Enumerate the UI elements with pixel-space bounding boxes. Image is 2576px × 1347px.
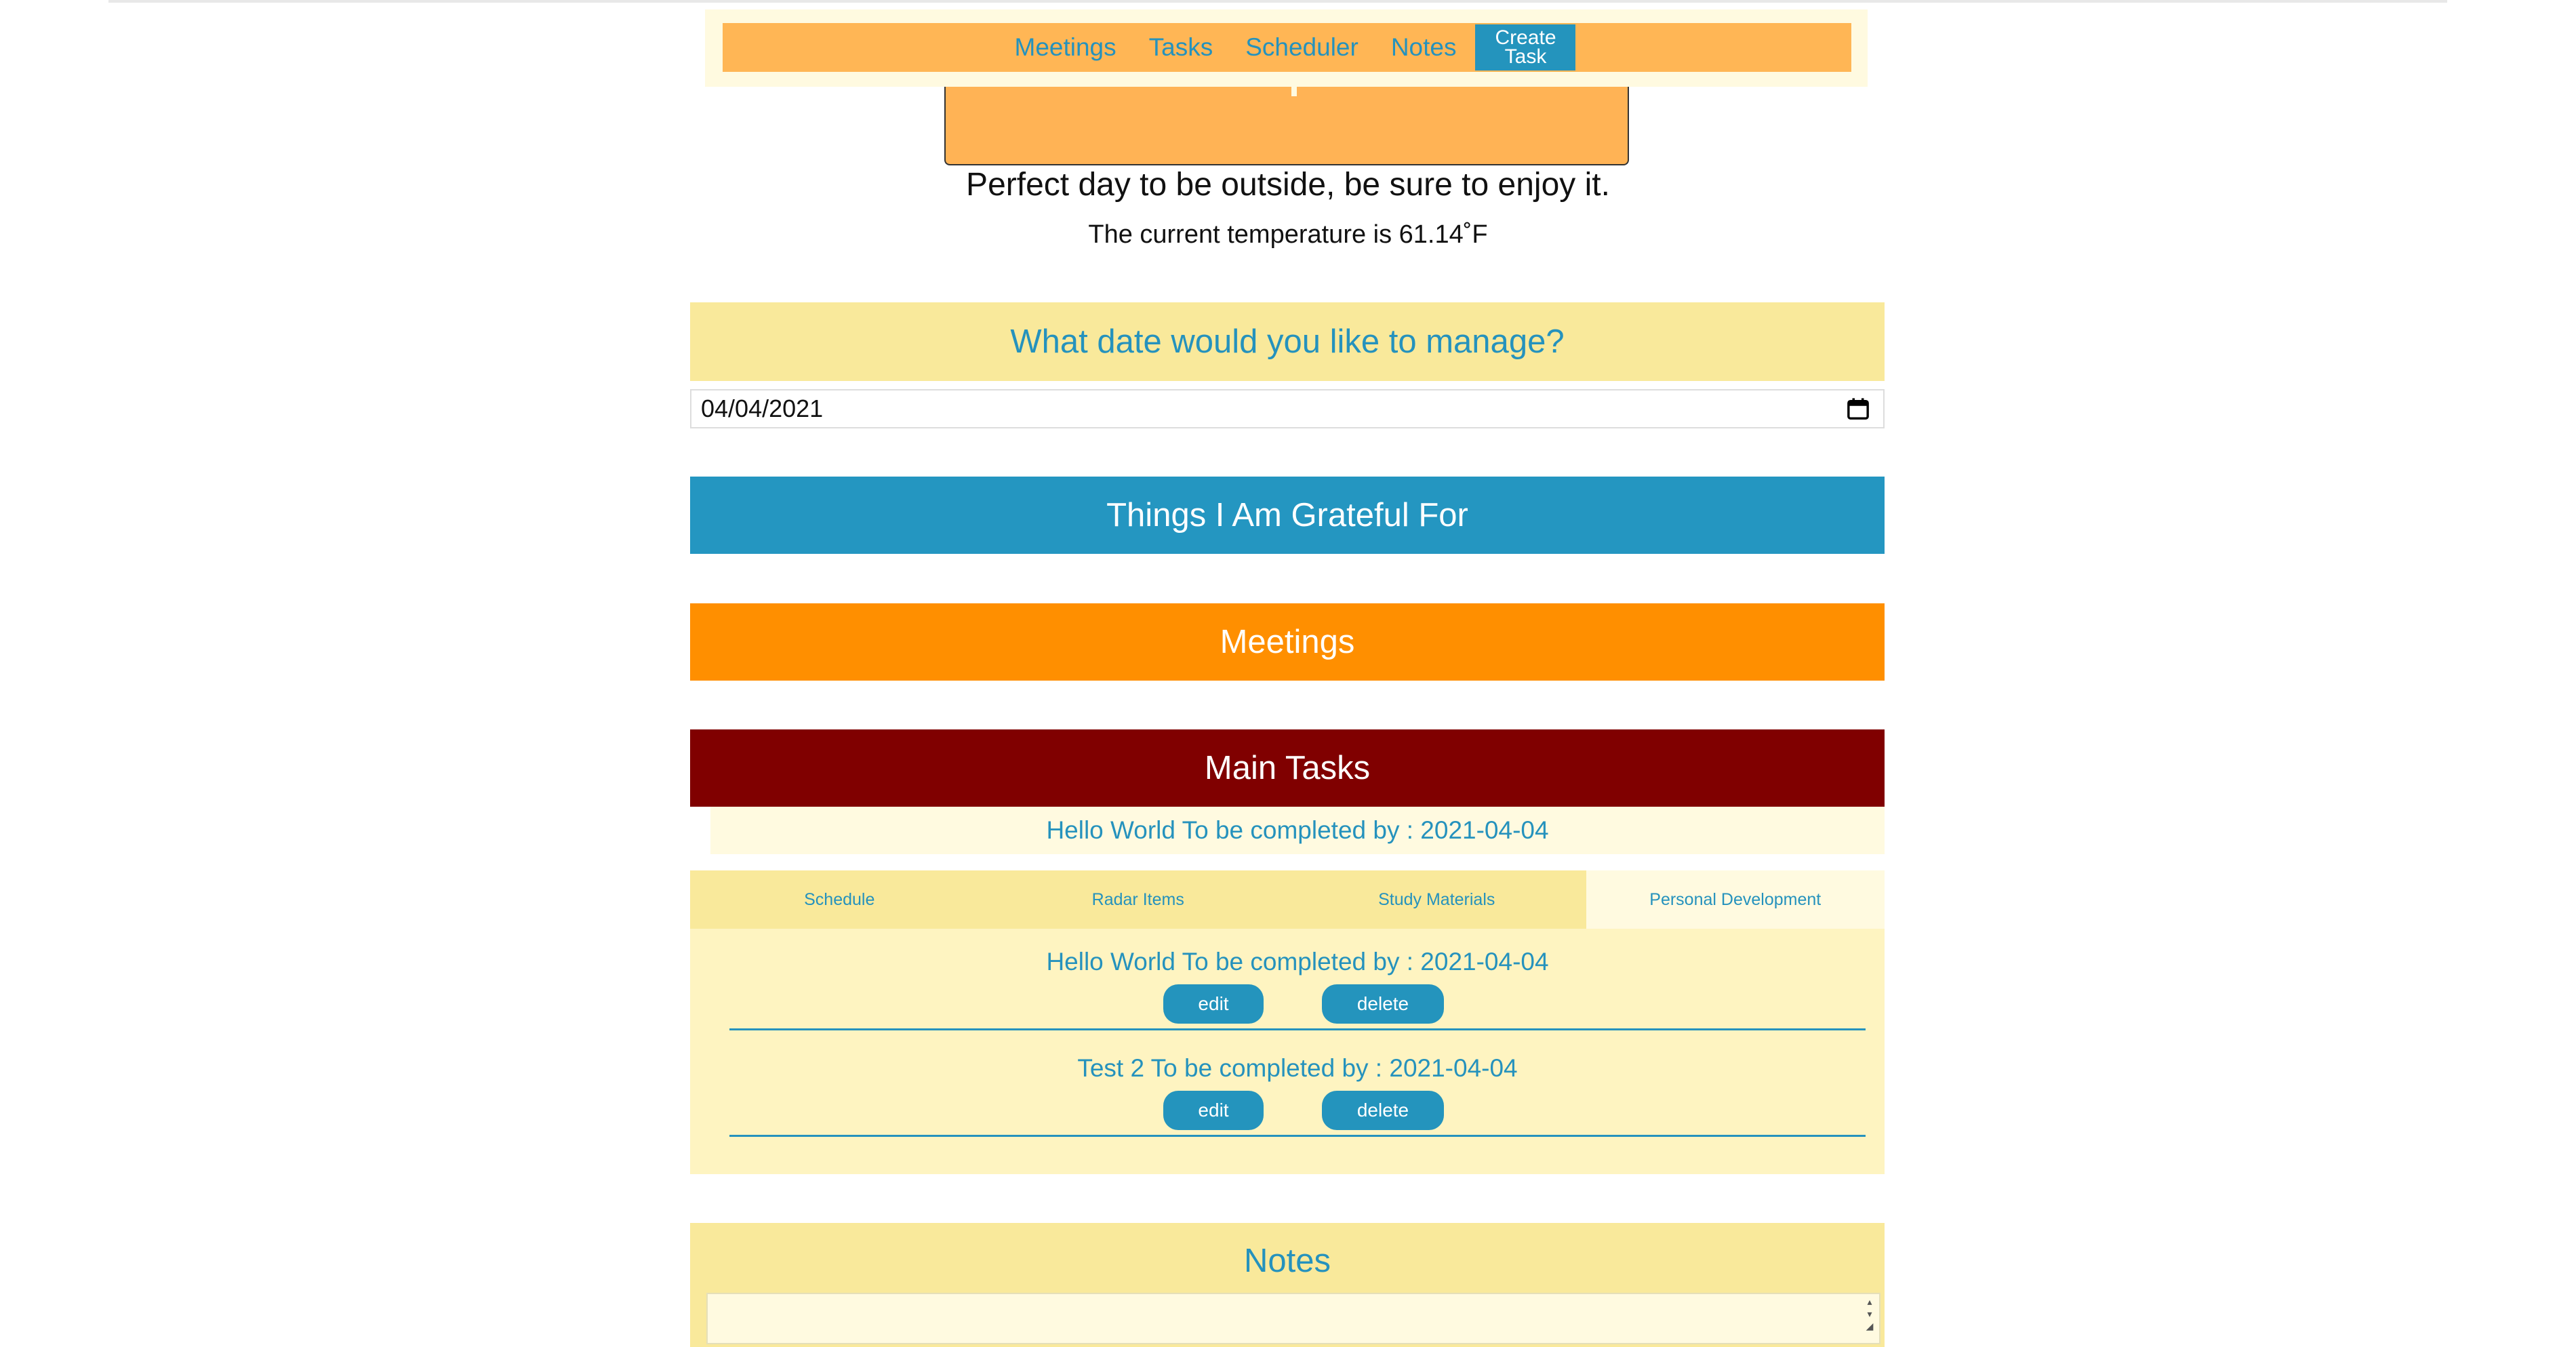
tab-schedule[interactable]: Schedule xyxy=(690,870,989,929)
tab-panel: Hello World To be completed by : 2021-04… xyxy=(690,929,1885,1174)
nav-link-scheduler[interactable]: Scheduler xyxy=(1245,23,1359,72)
date-input[interactable]: 04/04/2021 xyxy=(690,389,1885,428)
meetings-section-header: Meetings xyxy=(690,603,1885,681)
grateful-section-header: Things I Am Grateful For xyxy=(690,477,1885,554)
create-task-button[interactable]: Create Task xyxy=(1475,24,1576,71)
task-item: Hello World To be completed by : 2021-04… xyxy=(729,929,1866,1030)
weather-message: Perfect day to be outside, be sure to en… xyxy=(966,167,1610,203)
tab-study-materials[interactable]: Study Materials xyxy=(1287,870,1586,929)
main-tasks-section-header: Main Tasks xyxy=(690,729,1885,807)
nav-link-notes[interactable]: Notes xyxy=(1391,23,1457,72)
weather-card-marker xyxy=(1291,87,1297,96)
task-title: Hello World To be completed by : 2021-04… xyxy=(1046,948,1549,976)
nav-link-meetings[interactable]: Meetings xyxy=(1015,23,1116,72)
edit-button[interactable]: edit xyxy=(1163,984,1264,1024)
delete-button[interactable]: delete xyxy=(1322,984,1444,1024)
weather-card xyxy=(944,87,1629,165)
notes-scrollbar[interactable]: ▴ ▾ ◢ xyxy=(1863,1295,1876,1343)
task-category-tabs: Schedule Radar Items Study Materials Per… xyxy=(690,870,1885,929)
page: Meetings Tasks Scheduler Notes Create Ta… xyxy=(0,0,2576,1347)
notes-section: Notes ▴ ▾ ◢ xyxy=(690,1223,1885,1347)
nav-bar: Meetings Tasks Scheduler Notes Create Ta… xyxy=(723,23,1851,72)
task-item: Test 2 To be completed by : 2021-04-04 e… xyxy=(729,1035,1866,1137)
task-title: Test 2 To be completed by : 2021-04-04 xyxy=(1077,1054,1518,1082)
tab-personal-development[interactable]: Personal Development xyxy=(1586,870,1885,929)
main-task-summary: Hello World To be completed by : 2021-04… xyxy=(710,807,1885,854)
delete-button[interactable]: delete xyxy=(1322,1091,1444,1130)
nav-link-tasks[interactable]: Tasks xyxy=(1149,23,1213,72)
notes-title: Notes xyxy=(1243,1243,1331,1279)
notes-textarea[interactable]: ▴ ▾ ◢ xyxy=(706,1293,1880,1344)
tab-radar-items[interactable]: Radar Items xyxy=(989,870,1288,929)
date-prompt-heading: What date would you like to manage? xyxy=(690,302,1885,381)
calendar-icon[interactable] xyxy=(1847,397,1870,420)
edit-button[interactable]: edit xyxy=(1163,1091,1264,1130)
top-divider xyxy=(108,0,2447,3)
date-input-value: 04/04/2021 xyxy=(701,395,824,422)
temperature-readout: The current temperature is 61.14˚F xyxy=(1088,220,1488,249)
nav-container: Meetings Tasks Scheduler Notes Create Ta… xyxy=(705,9,1868,87)
